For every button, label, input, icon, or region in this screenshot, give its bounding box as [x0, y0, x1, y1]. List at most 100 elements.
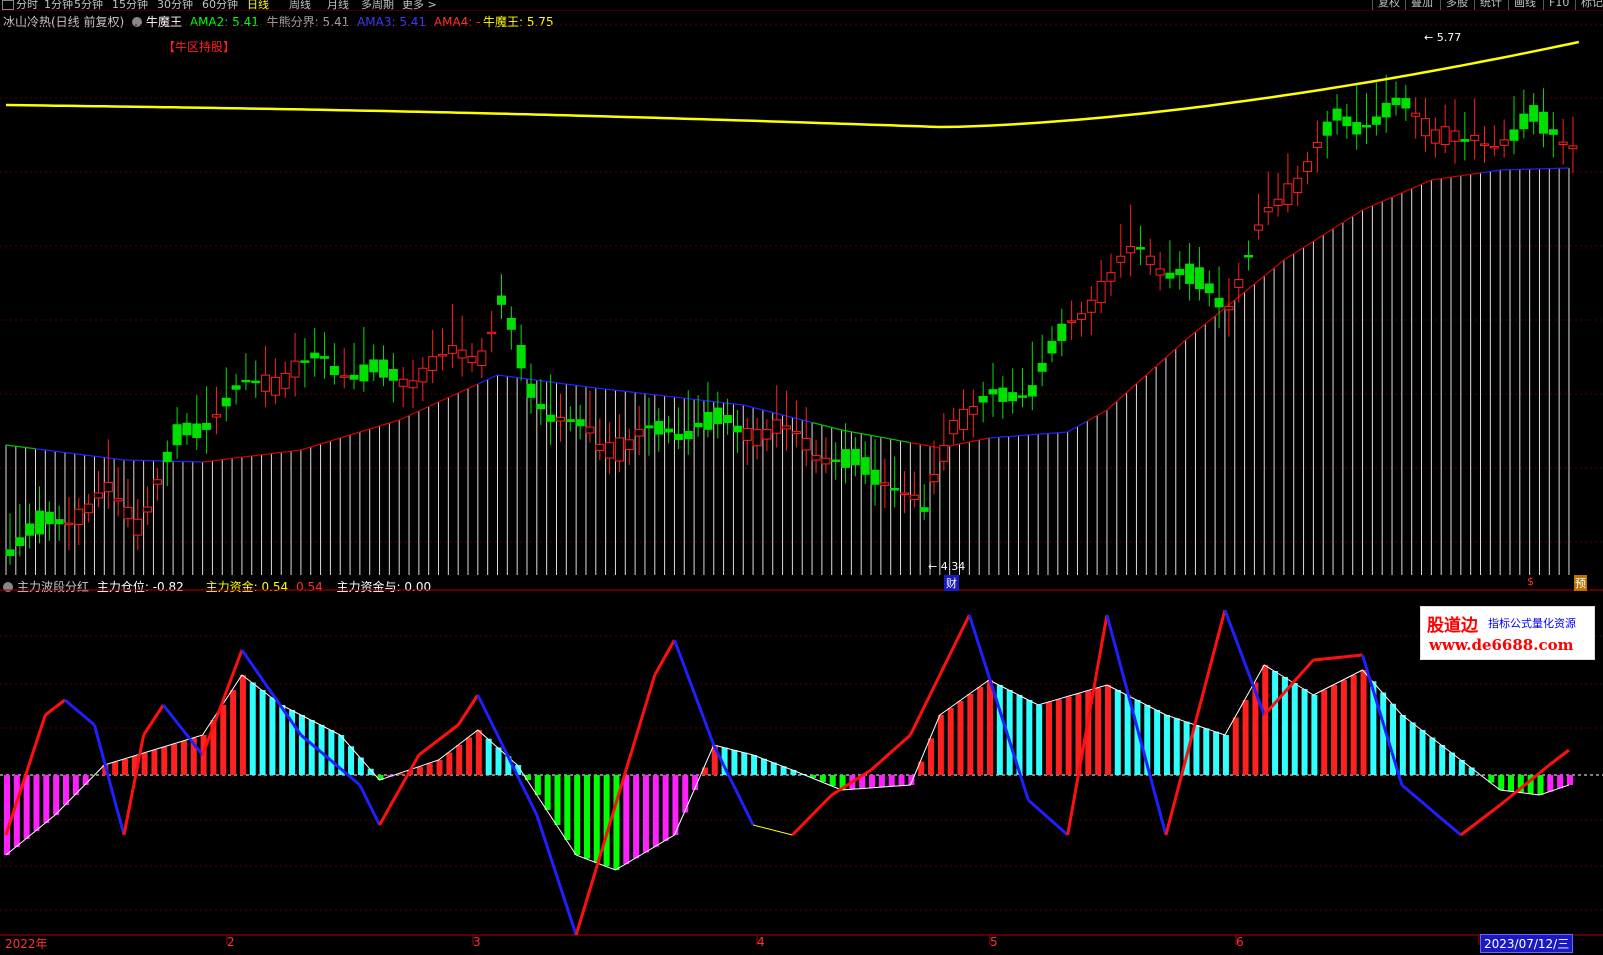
candle-body	[1076, 313, 1086, 320]
finance-marker[interactable]: 财	[944, 575, 959, 591]
ma-line	[900, 440, 911, 444]
main-fund-line	[64, 698, 76, 710]
candle-body	[241, 379, 251, 383]
dividend-marker[interactable]: $	[1527, 575, 1534, 588]
candle-body	[634, 428, 644, 437]
histogram-bar	[1213, 731, 1220, 775]
histogram-bar	[485, 738, 492, 775]
candle-body	[1106, 272, 1116, 282]
main-fund-line	[958, 614, 971, 636]
forecast-marker[interactable]: 预	[1574, 575, 1587, 591]
main-fund-line	[83, 715, 96, 727]
ma-line	[998, 435, 1009, 438]
candle-body	[516, 344, 526, 369]
main-fund-line	[1558, 748, 1570, 759]
x-axis-label: 2	[227, 935, 235, 949]
histogram-bar	[888, 775, 895, 787]
main-fund-line	[1450, 825, 1462, 837]
ma-line	[467, 383, 479, 390]
main-fund-line	[909, 714, 922, 736]
ma-line	[536, 379, 547, 383]
candle-body	[192, 423, 202, 439]
ma-line	[910, 442, 921, 445]
main-fund-line	[447, 723, 460, 734]
main-fund-line	[230, 649, 244, 677]
histogram-bar	[1331, 685, 1338, 775]
candle-body	[1548, 129, 1558, 135]
watermark-brand: 股道边	[1427, 616, 1478, 636]
main-fund-line	[349, 775, 361, 787]
candle-body	[526, 383, 536, 398]
histogram-bar	[1311, 695, 1318, 775]
ma-line	[330, 437, 341, 442]
histogram-bar	[1547, 775, 1554, 792]
candle-body	[821, 457, 831, 465]
candle-body	[782, 425, 792, 430]
ma-line	[1391, 192, 1403, 198]
ma-line	[241, 455, 252, 458]
candle-body	[900, 492, 910, 496]
main-fund-line	[1066, 779, 1079, 836]
main-fund-line	[1027, 798, 1040, 810]
high-price-label: ← 5.77	[1424, 31, 1462, 44]
histogram-bar	[1114, 690, 1121, 775]
main-fund-line	[1323, 656, 1334, 661]
main-fund-line	[1203, 647, 1217, 686]
candle-body	[1057, 323, 1067, 341]
main-fund-line	[1313, 657, 1324, 662]
candle-body	[369, 359, 379, 373]
candle-body	[15, 537, 25, 546]
ma-line	[723, 402, 734, 405]
histogram-bar	[869, 775, 876, 788]
candle-body	[831, 459, 841, 462]
main-fund-line	[525, 794, 539, 816]
candle-body	[457, 349, 467, 359]
main-fund-line	[623, 739, 637, 773]
main-fund-line	[1243, 661, 1256, 690]
candle-body	[1558, 141, 1568, 146]
main-fund-line	[1115, 651, 1129, 689]
candle-body	[801, 437, 811, 451]
candle-body	[693, 422, 703, 428]
histogram-bar	[357, 757, 364, 775]
main-fund-line	[741, 804, 755, 826]
candle-body	[113, 498, 123, 502]
main-fund-line	[1479, 811, 1492, 822]
ma-line	[782, 414, 793, 419]
ma-line	[232, 456, 242, 459]
histogram-bar	[1340, 680, 1347, 775]
ma-line	[389, 419, 400, 424]
candle-body	[202, 422, 212, 430]
histogram-bar	[642, 775, 649, 853]
histogram-bar	[171, 744, 178, 775]
watermark-url: www.de6688.com	[1429, 636, 1574, 654]
histogram-bar	[475, 730, 482, 775]
ma-line	[1018, 434, 1029, 437]
histogram-bar	[544, 775, 551, 810]
candle-body	[703, 411, 713, 430]
histogram-bar	[426, 763, 433, 775]
ma-line	[880, 436, 891, 440]
ma-line	[1460, 173, 1471, 177]
candle-body	[487, 331, 497, 335]
main-fund-line	[1430, 808, 1443, 820]
histogram-bar	[466, 737, 473, 775]
candle-body	[162, 451, 172, 463]
ma-line	[1047, 432, 1058, 435]
ma-line	[605, 388, 616, 391]
histogram-bar	[1350, 675, 1357, 775]
ma-line	[1175, 339, 1186, 350]
main-fund-line	[702, 718, 716, 746]
candle-body	[959, 408, 969, 430]
ma-line	[576, 384, 587, 388]
histogram-bar	[583, 775, 590, 859]
kline-chart[interactable]	[0, 0, 1603, 955]
main-fund-line	[456, 709, 470, 726]
main-fund-line	[692, 691, 706, 720]
candle-body	[428, 356, 438, 371]
ma-line	[861, 433, 872, 436]
candle-body	[1470, 134, 1480, 141]
histogram-bar	[1065, 696, 1072, 775]
histogram-bar	[1104, 685, 1111, 775]
main-fund-line	[466, 694, 480, 711]
